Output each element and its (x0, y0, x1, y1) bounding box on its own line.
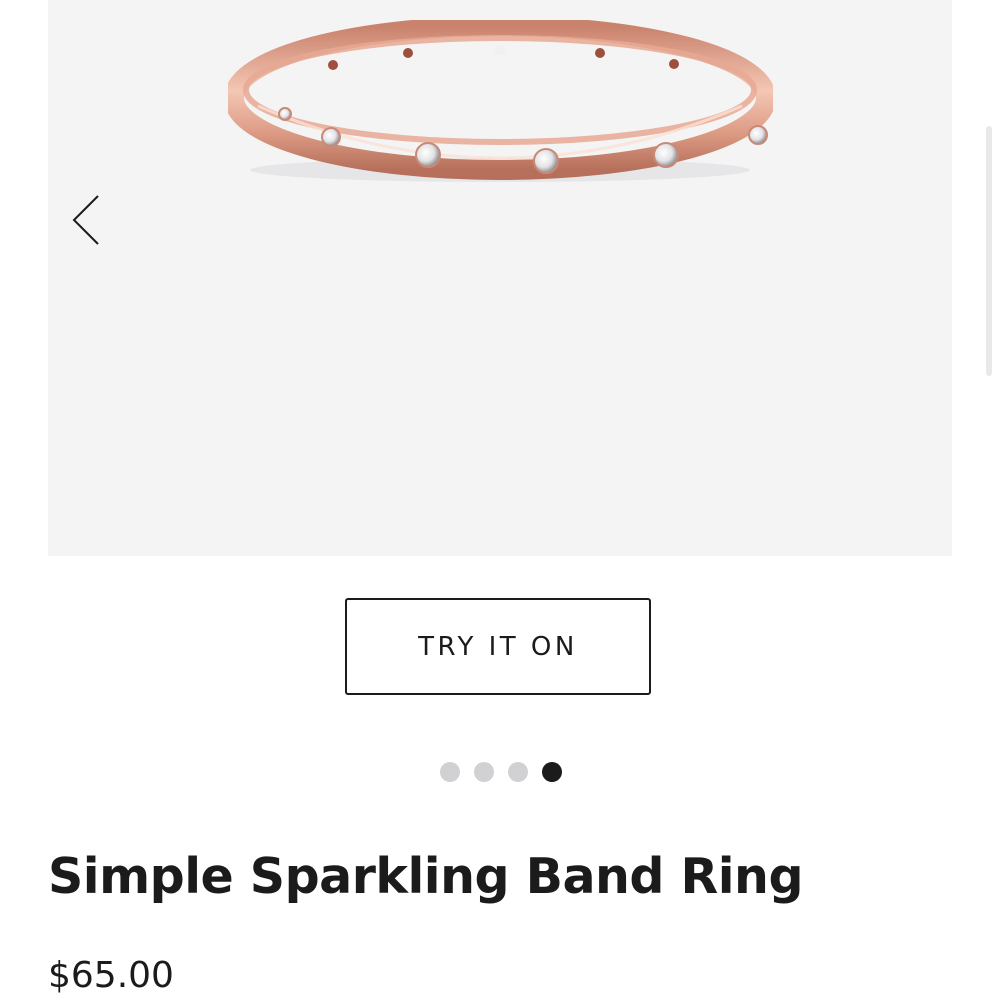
carousel-dot[interactable] (508, 762, 528, 782)
prev-image-button[interactable] (68, 192, 104, 248)
product-title: Simple Sparkling Band Ring (48, 848, 804, 905)
carousel-dot-active[interactable] (542, 762, 562, 782)
product-gallery[interactable] (48, 0, 952, 556)
carousel-dots (440, 762, 562, 782)
try-it-on-button[interactable]: TRY IT ON (345, 598, 651, 695)
carousel-dot[interactable] (440, 762, 460, 782)
chevron-left-icon (72, 195, 99, 245)
product-image (228, 20, 773, 182)
product-price: $65.00 (48, 955, 174, 996)
carousel-dot[interactable] (474, 762, 494, 782)
scroll-indicator[interactable] (986, 126, 992, 376)
